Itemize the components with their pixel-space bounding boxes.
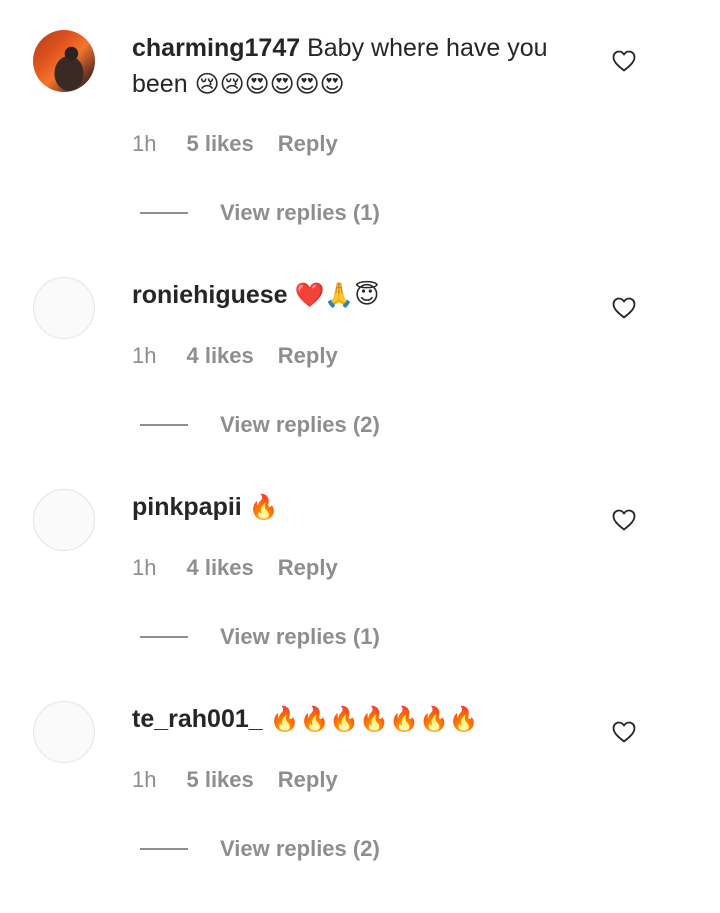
- heart-outline-icon[interactable]: [612, 721, 636, 743]
- view-replies-label: View replies (1): [220, 624, 380, 649]
- comment-text: charming1747 Baby where have you been 😢😢…: [132, 30, 562, 102]
- reply-button[interactable]: Reply: [278, 555, 338, 581]
- comment-meta: 1h 5 likes Reply: [132, 131, 338, 157]
- heart-outline-icon[interactable]: [612, 509, 636, 531]
- timestamp: 1h: [132, 767, 157, 792]
- divider-line: [140, 636, 188, 638]
- comment-text: roniehiguese ❤️🙏😇: [132, 277, 562, 313]
- username[interactable]: pinkpapii: [132, 493, 242, 521]
- comment-item: pinkpapii 🔥 1h 4 likes Reply View replie…: [0, 489, 720, 701]
- comment-text: pinkpapii 🔥: [132, 489, 562, 525]
- comment-text: te_rah001_ 🔥🔥🔥🔥🔥🔥🔥: [132, 701, 562, 737]
- timestamp: 1h: [132, 343, 157, 368]
- view-replies-label: View replies (1): [220, 200, 380, 225]
- view-replies-button[interactable]: View replies (1): [140, 624, 380, 650]
- avatar[interactable]: [33, 701, 95, 763]
- heart-outline-icon[interactable]: [612, 50, 636, 72]
- avatar[interactable]: [33, 277, 95, 339]
- comment-emoji: 🔥🔥🔥🔥🔥🔥🔥: [269, 705, 479, 733]
- heart-outline-icon[interactable]: [612, 297, 636, 319]
- username[interactable]: roniehiguese: [132, 281, 288, 309]
- view-replies-button[interactable]: View replies (2): [140, 412, 380, 438]
- username[interactable]: charming1747: [132, 34, 300, 62]
- divider-line: [140, 212, 188, 214]
- divider-line: [140, 848, 188, 850]
- reply-button[interactable]: Reply: [278, 131, 338, 157]
- comment-meta: 1h 5 likes Reply: [132, 767, 338, 793]
- timestamp: 1h: [132, 131, 157, 156]
- likes-count[interactable]: 4 likes: [186, 343, 253, 369]
- divider-line: [140, 424, 188, 426]
- avatar[interactable]: [33, 489, 95, 551]
- view-replies-button[interactable]: View replies (1): [140, 200, 380, 226]
- view-replies-button[interactable]: View replies (2): [140, 836, 380, 862]
- reply-button[interactable]: Reply: [278, 343, 338, 369]
- comment-item: roniehiguese ❤️🙏😇 1h 4 likes Reply View …: [0, 277, 720, 489]
- likes-count[interactable]: 5 likes: [186, 131, 253, 157]
- comment-meta: 1h 4 likes Reply: [132, 343, 338, 369]
- view-replies-label: View replies (2): [220, 412, 380, 437]
- comment-item: charming1747 Baby where have you been 😢😢…: [0, 30, 720, 242]
- likes-count[interactable]: 4 likes: [186, 555, 253, 581]
- view-replies-label: View replies (2): [220, 836, 380, 861]
- comment-emoji: 🔥: [248, 493, 279, 521]
- timestamp: 1h: [132, 555, 157, 580]
- username[interactable]: te_rah001_: [132, 705, 263, 733]
- comment-emoji: ❤️🙏😇: [294, 281, 380, 309]
- reply-button[interactable]: Reply: [278, 767, 338, 793]
- comment-item: te_rah001_ 🔥🔥🔥🔥🔥🔥🔥 1h 5 likes Reply View…: [0, 701, 720, 913]
- comment-emoji: 😢😢😍😍😍😍: [194, 70, 345, 98]
- comment-meta: 1h 4 likes Reply: [132, 555, 338, 581]
- likes-count[interactable]: 5 likes: [186, 767, 253, 793]
- avatar[interactable]: [33, 30, 95, 92]
